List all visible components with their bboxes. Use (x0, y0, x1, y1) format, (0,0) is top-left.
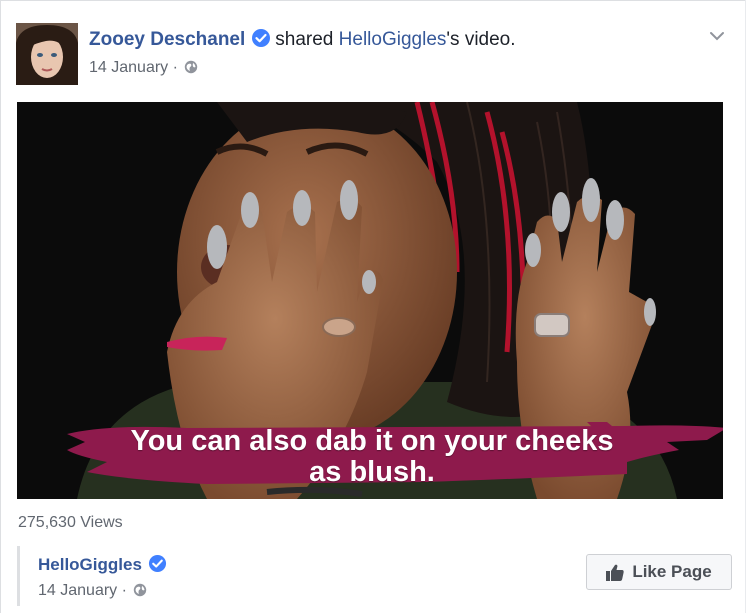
post-title-line: Zooey Deschanel shared HelloGiggles's vid… (89, 27, 516, 53)
post-card: Zooey Deschanel shared HelloGiggles's vid… (0, 0, 745, 613)
caption-line-1: You can also dab it on your cheeks (130, 425, 614, 457)
verified-badge-icon (251, 28, 271, 48)
shared-page-link[interactable]: HelloGiggles (339, 29, 447, 50)
shared-suffix-text: 's video. (446, 29, 516, 50)
source-meta: 14 January · (38, 582, 147, 600)
post-action-text: shared (275, 29, 334, 50)
source-page-name: HelloGiggles (38, 554, 171, 575)
meta-separator: · (121, 582, 127, 599)
video-player[interactable]: You can also dab it on your cheeks as bl… (17, 102, 723, 499)
shared-source: HelloGiggles 14 January · Like Page (17, 546, 732, 606)
post-meta: 14 January · (89, 59, 516, 77)
source-page-link[interactable]: HelloGiggles (38, 555, 142, 574)
globe-icon[interactable] (133, 583, 147, 597)
meta-separator: · (172, 59, 178, 76)
author-avatar[interactable] (16, 23, 78, 85)
post-header: Zooey Deschanel shared HelloGiggles's vid… (89, 27, 516, 77)
source-timestamp[interactable]: 14 January (38, 582, 117, 599)
chevron-down-icon[interactable] (709, 29, 725, 41)
thumbs-up-icon (606, 564, 624, 581)
globe-icon[interactable] (184, 60, 198, 74)
like-page-button[interactable]: Like Page (586, 554, 732, 590)
verified-badge-icon (148, 554, 167, 573)
author-name-link[interactable]: Zooey Deschanel (89, 29, 245, 50)
video-caption: You can also dab it on your cheeks as bl… (67, 422, 723, 494)
view-count: 275,630 Views (18, 514, 123, 531)
caption-line-2: as blush. (309, 456, 435, 488)
like-page-label: Like Page (632, 562, 712, 581)
post-timestamp[interactable]: 14 January (89, 59, 168, 76)
